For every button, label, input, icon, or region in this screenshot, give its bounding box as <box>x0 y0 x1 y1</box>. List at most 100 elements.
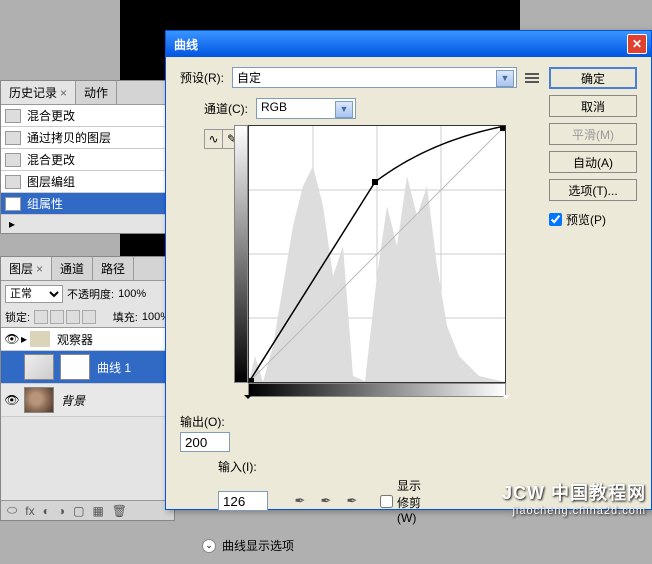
output-row: 输出(O): <box>180 413 539 430</box>
show-clipping-checkbox[interactable] <box>380 495 393 508</box>
history-item-selected[interactable]: 组属性 <box>1 193 174 215</box>
tab-actions[interactable]: 动作 <box>76 81 117 104</box>
history-step-icon <box>5 197 21 211</box>
blend-mode-select[interactable]: 正常 <box>5 285 63 303</box>
dialog-left: 预设(R): 自定 通道(C): RGB ∿ ✎ <box>180 67 539 554</box>
lock-all-icon[interactable] <box>82 310 96 324</box>
channel-select[interactable]: RGB <box>256 98 356 119</box>
channel-row: 通道(C): RGB <box>204 98 539 119</box>
history-tabs: 历史记录× 动作 <box>1 81 174 105</box>
tab-layers[interactable]: 图层× <box>1 257 52 280</box>
curve-tools: ∿ ✎ <box>204 125 234 407</box>
show-clipping-label: 显示修剪(W) <box>397 477 432 525</box>
preset-menu-icon[interactable] <box>525 73 539 83</box>
white-eyedropper-icon[interactable]: ✒ <box>344 493 360 509</box>
dialog-title: 曲线 <box>170 36 198 53</box>
smooth-button[interactable]: 平滑(M) <box>549 123 637 145</box>
curve-point[interactable] <box>372 179 378 185</box>
preview-check[interactable]: 预览(P) <box>549 211 637 228</box>
output-label: 输出(O): <box>180 413 232 430</box>
tab-channels[interactable]: 通道 <box>52 257 93 280</box>
layers-panel: 图层× 通道 路径 正常 不透明度: 100% 锁定: 填充: 100% 👁 ▸… <box>0 256 175 521</box>
history-item[interactable]: 混合更改 <box>1 105 174 127</box>
fill-label: 填充: <box>113 309 138 325</box>
watermark-main: JCW 中国教程网 <box>502 483 646 503</box>
preset-value: 自定 <box>237 71 261 85</box>
fx-icon[interactable]: fx <box>25 504 34 518</box>
lock-pixels-icon[interactable] <box>50 310 64 324</box>
output-input[interactable] <box>180 432 230 452</box>
history-list: 混合更改 通过拷贝的图层 混合更改 图层编组 组属性 <box>1 105 174 215</box>
lock-label: 锁定: <box>5 309 30 325</box>
close-button[interactable]: ✕ <box>627 34 647 54</box>
curves-thumb-icon <box>24 354 54 380</box>
layers-tabs: 图层× 通道 路径 <box>1 257 174 281</box>
mask-icon[interactable]: ◐ <box>43 504 50 518</box>
link-icon[interactable]: ⬭ <box>7 503 17 518</box>
options-button[interactable]: 选项(T)... <box>549 179 637 201</box>
preview-label: 预览(P) <box>566 211 606 228</box>
lock-position-icon[interactable] <box>66 310 80 324</box>
history-brush-row: ▸ <box>1 215 174 233</box>
expand-icon[interactable]: ▸ <box>21 332 27 346</box>
layer-name: 背景 <box>57 392 85 409</box>
curves-graph[interactable] <box>248 125 506 383</box>
curve-point-tool-icon[interactable]: ∿ <box>205 130 223 148</box>
input-label: 输入(I): <box>218 458 270 475</box>
history-item-label: 图层编组 <box>27 173 75 190</box>
tab-actions-label: 动作 <box>84 86 108 100</box>
close-icon[interactable]: × <box>60 86 67 100</box>
watermark: JCW 中国教程网 jiaocheng.china2d.com <box>502 479 646 517</box>
input-sliders <box>248 397 506 407</box>
channel-value: RGB <box>261 100 287 114</box>
trash-icon[interactable]: 🗑 <box>112 504 127 518</box>
lock-icons <box>34 310 96 324</box>
layer-background[interactable]: 👁 背景 <box>1 384 174 417</box>
preview-checkbox[interactable] <box>549 213 562 226</box>
black-eyedropper-icon[interactable]: ✒ <box>292 493 308 509</box>
input-row: 输入(I): <box>218 458 539 475</box>
preset-select[interactable]: 自定 <box>232 67 517 88</box>
gray-eyedropper-icon[interactable]: ✒ <box>318 493 334 509</box>
layer-name: 曲线 1 <box>93 359 131 376</box>
tab-history[interactable]: 历史记录× <box>1 81 76 104</box>
layers-list: 👁 ▸ 观察器 曲线 1 👁 背景 <box>1 327 174 417</box>
blend-mode-row: 正常 不透明度: 100% <box>1 281 174 307</box>
history-item[interactable]: 图层编组 <box>1 171 174 193</box>
dialog-titlebar[interactable]: 曲线 ✕ <box>166 31 651 57</box>
visibility-icon[interactable]: 👁 <box>3 393 21 407</box>
black-point-slider[interactable] <box>244 395 252 403</box>
expand-icon: ⌄ <box>202 539 216 553</box>
layer-name: 观察器 <box>53 331 93 348</box>
graph-wrap <box>234 125 506 407</box>
history-item[interactable]: 通过拷贝的图层 <box>1 127 174 149</box>
history-brush-icon[interactable]: ▸ <box>5 217 19 231</box>
expand-label: 曲线显示选项 <box>222 537 294 554</box>
curve-display-options[interactable]: ⌄ 曲线显示选项 <box>202 537 539 554</box>
history-item[interactable]: 混合更改 <box>1 149 174 171</box>
layer-curves-adjustment[interactable]: 曲线 1 <box>1 351 174 384</box>
preset-row: 预设(R): 自定 <box>180 67 539 88</box>
mask-thumb-icon <box>60 354 90 380</box>
tab-paths[interactable]: 路径 <box>93 257 134 280</box>
layer-thumb-icon <box>24 387 54 413</box>
white-point-slider[interactable] <box>502 395 510 403</box>
auto-button[interactable]: 自动(A) <box>549 151 637 173</box>
layer-group[interactable]: 👁 ▸ 观察器 <box>1 328 174 351</box>
history-step-icon <box>5 131 21 145</box>
curves-dialog: 曲线 ✕ 预设(R): 自定 通道(C): RGB ∿ ✎ <box>165 30 652 510</box>
input-gradient <box>248 383 506 397</box>
visibility-icon[interactable]: 👁 <box>3 332 21 346</box>
cancel-button[interactable]: 取消 <box>549 95 637 117</box>
folder-icon[interactable]: ▢ <box>73 504 84 518</box>
adjustment-icon[interactable]: ◑ <box>58 504 65 518</box>
lock-transparent-icon[interactable] <box>34 310 48 324</box>
input-input[interactable] <box>218 491 268 511</box>
show-clipping-check[interactable]: 显示修剪(W) <box>380 477 432 525</box>
opacity-value[interactable]: 100% <box>118 288 146 300</box>
history-item-label: 组属性 <box>27 195 63 212</box>
ok-button[interactable]: 确定 <box>549 67 637 89</box>
new-layer-icon[interactable]: ▦ <box>92 504 103 518</box>
close-icon[interactable]: × <box>36 262 43 276</box>
graph-area: ∿ ✎ <box>204 125 539 407</box>
